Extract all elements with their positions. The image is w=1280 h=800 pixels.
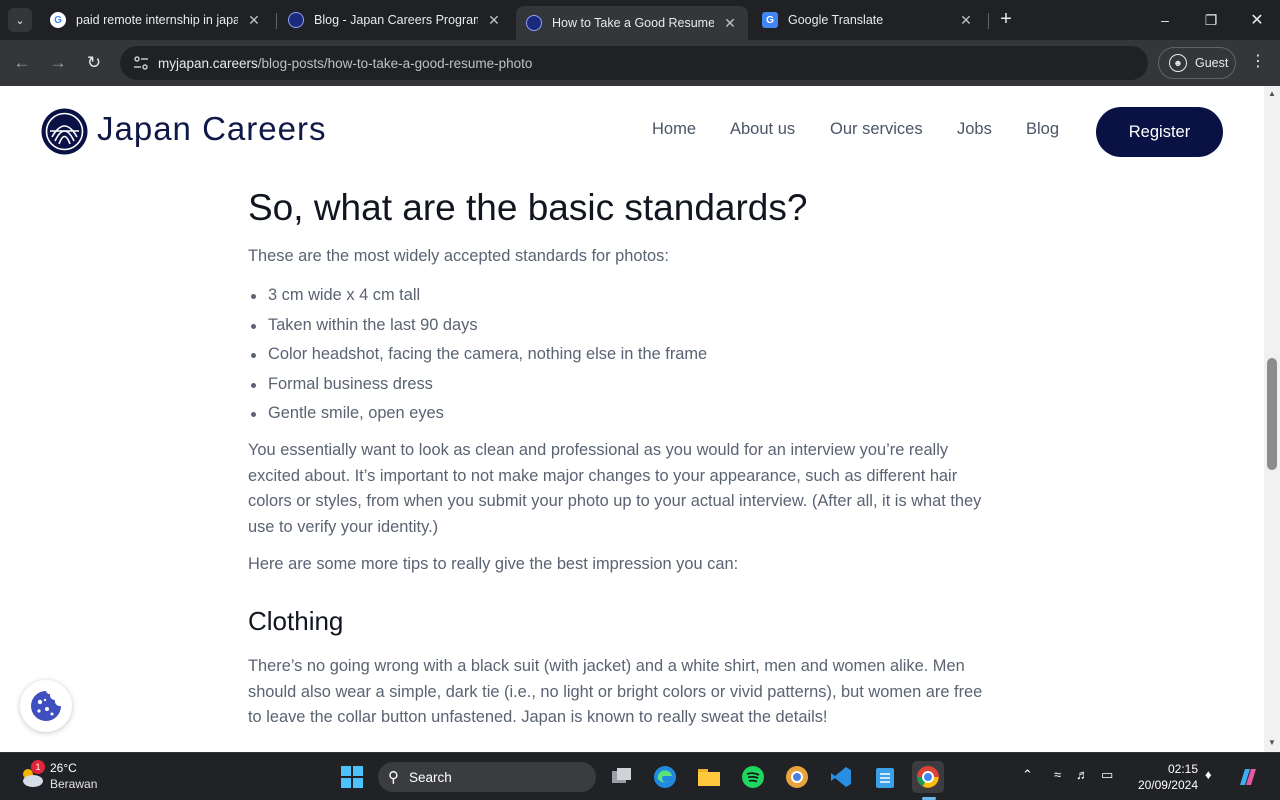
nav-home[interactable]: Home: [652, 120, 696, 139]
google-icon: G: [50, 12, 66, 28]
scrollbar-thumb[interactable]: [1267, 358, 1277, 470]
url-text: myjapan.careers/blog-posts/how-to-take-a…: [158, 56, 532, 71]
new-tab-plus-icon[interactable]: +: [996, 9, 1016, 30]
windows-taskbar: 1 26°C Berawan ⚲ Search ⌃ ≈ ♬ ▭ 02:15 20…: [0, 752, 1280, 800]
list-item: Formal business dress: [248, 370, 707, 400]
site-settings-icon[interactable]: [124, 46, 158, 80]
japan-careers-logo-icon[interactable]: [40, 107, 89, 156]
intro-paragraph: These are the most widely accepted stand…: [248, 247, 669, 265]
tab-title: Google Translate: [788, 13, 884, 27]
tips-intro-paragraph: Here are some more tips to really give t…: [248, 555, 739, 573]
windows-start-icon[interactable]: [336, 761, 368, 793]
tab-title: Blog - Japan Careers Program: [314, 13, 478, 27]
vscode-icon[interactable]: [825, 761, 857, 793]
list-item: 3 cm wide x 4 cm tall: [248, 281, 707, 311]
close-tab-icon[interactable]: ✕: [722, 15, 738, 32]
system-clock[interactable]: 02:15 20/09/2024: [1134, 761, 1198, 793]
copilot-icon[interactable]: [1232, 761, 1264, 793]
browser-toolbar: ← → ↻ myjapan.careers/blog-posts/how-to-…: [0, 40, 1280, 86]
taskbar-search[interactable]: ⚲ Search: [378, 762, 596, 792]
weather-temp: 26°C: [50, 761, 77, 775]
site-header: Japan Careers Home About us Our services…: [0, 86, 1264, 176]
edge-icon[interactable]: [649, 761, 681, 793]
list-item: Gentle smile, open eyes: [248, 399, 707, 429]
cookie-icon: [31, 691, 61, 721]
tab-blog-japan-careers[interactable]: Blog - Japan Careers Program ✕: [278, 6, 512, 34]
japan-careers-icon: [288, 12, 304, 28]
chrome-icon[interactable]: [912, 761, 944, 793]
paragraph-line: colors or styles, from when you submit y…: [248, 492, 982, 511]
page-scrollbar[interactable]: ▲ ▼: [1264, 86, 1280, 752]
battery-icon[interactable]: ▭: [1101, 767, 1113, 783]
cookie-settings-button[interactable]: [20, 680, 72, 732]
nav-our-services[interactable]: Our services: [830, 120, 923, 139]
brand-name[interactable]: Japan Careers: [97, 110, 326, 148]
restore-icon[interactable]: ❐: [1188, 0, 1234, 40]
paragraph-line: You essentially want to look as clean an…: [248, 441, 949, 459]
tab-search-chevron-icon[interactable]: ⌄: [8, 8, 32, 32]
url-path: /blog-posts/how-to-take-a-good-resume-ph…: [257, 55, 533, 71]
nav-about-us[interactable]: About us: [730, 120, 795, 139]
notepad-icon[interactable]: [869, 761, 901, 793]
section-heading: So, what are the basic standards?: [248, 187, 808, 228]
url-host: myjapan.careers: [158, 55, 258, 71]
forward-arrow-icon[interactable]: →: [45, 50, 71, 76]
back-arrow-icon[interactable]: ←: [9, 50, 35, 76]
scroll-down-icon[interactable]: ▼: [1267, 738, 1277, 747]
address-bar[interactable]: myjapan.careers/blog-posts/how-to-take-a…: [120, 46, 1148, 80]
weather-badge: 1: [31, 760, 45, 774]
clothing-paragraph: There’s no going wrong with a black suit…: [248, 654, 982, 731]
tab-title: How to Take a Good Resume Photo: [552, 16, 714, 30]
notification-bell-icon[interactable]: ♦: [1205, 767, 1212, 782]
file-explorer-icon[interactable]: [693, 761, 725, 793]
clock-date: 20/09/2024: [1137, 778, 1198, 792]
close-tab-icon[interactable]: ✕: [486, 12, 502, 29]
browser-menu-icon[interactable]: ⋮: [1248, 52, 1268, 74]
chrome-canary-icon[interactable]: [781, 761, 813, 793]
browser-tab-bar: ⌄ G paid remote internship in japan ✕ Bl…: [0, 0, 1280, 40]
guest-avatar-icon: ☻: [1169, 54, 1187, 72]
search-label: Search: [409, 769, 452, 785]
japan-careers-icon: [526, 15, 542, 31]
list-item: Taken within the last 90 days: [248, 311, 707, 341]
nav-jobs[interactable]: Jobs: [957, 120, 992, 139]
paragraph-line: should also wear a simple, dark tie (i.e…: [248, 682, 983, 701]
close-tab-icon[interactable]: ✕: [958, 12, 974, 29]
task-view-icon[interactable]: [606, 761, 638, 793]
scroll-up-icon[interactable]: ▲: [1267, 89, 1277, 98]
tab-resume-photo-active[interactable]: How to Take a Good Resume Photo ✕: [516, 6, 748, 40]
google-translate-icon: G: [762, 12, 778, 28]
minimize-icon[interactable]: –: [1142, 0, 1188, 40]
paragraph-line: to leave the collar button unfastened. J…: [248, 708, 828, 727]
nav-blog[interactable]: Blog: [1026, 120, 1059, 139]
clothing-heading: Clothing: [248, 606, 344, 636]
standards-list: 3 cm wide x 4 cm tall Taken within the l…: [248, 281, 707, 429]
show-hidden-icons-chevron-icon[interactable]: ⌃: [1022, 767, 1033, 783]
tab-google-search[interactable]: G paid remote internship in japan ✕: [40, 6, 272, 34]
paragraph-line: There’s no going wrong with a black suit…: [248, 657, 965, 675]
volume-icon[interactable]: ♬: [1076, 767, 1089, 782]
tab-google-translate[interactable]: G Google Translate ✕: [752, 6, 984, 34]
paragraph-line: excited about. It’s important to not mak…: [248, 466, 958, 485]
close-window-icon[interactable]: ✕: [1234, 0, 1280, 40]
profile-label: Guest: [1195, 56, 1229, 70]
tab-title: paid remote internship in japan: [76, 13, 238, 27]
search-icon: ⚲: [388, 769, 399, 786]
spotify-icon[interactable]: [737, 761, 769, 793]
profile-button[interactable]: ☻ Guest: [1158, 47, 1236, 79]
clock-time: 02:15: [1167, 762, 1198, 776]
register-button[interactable]: Register: [1096, 107, 1223, 157]
wifi-icon[interactable]: ≈: [1054, 767, 1061, 782]
paragraph-line: use to verify your identity.): [248, 517, 439, 536]
close-tab-icon[interactable]: ✕: [246, 12, 262, 29]
weather-widget[interactable]: 1 26°C Berawan: [18, 760, 128, 794]
weather-desc: Berawan: [50, 777, 98, 791]
page-viewport: So, what are the basic standards? These …: [0, 86, 1264, 752]
list-item: Color headshot, facing the camera, nothi…: [248, 340, 707, 370]
reload-icon[interactable]: ↻: [81, 50, 107, 76]
appearance-paragraph: You essentially want to look as clean an…: [248, 438, 981, 540]
